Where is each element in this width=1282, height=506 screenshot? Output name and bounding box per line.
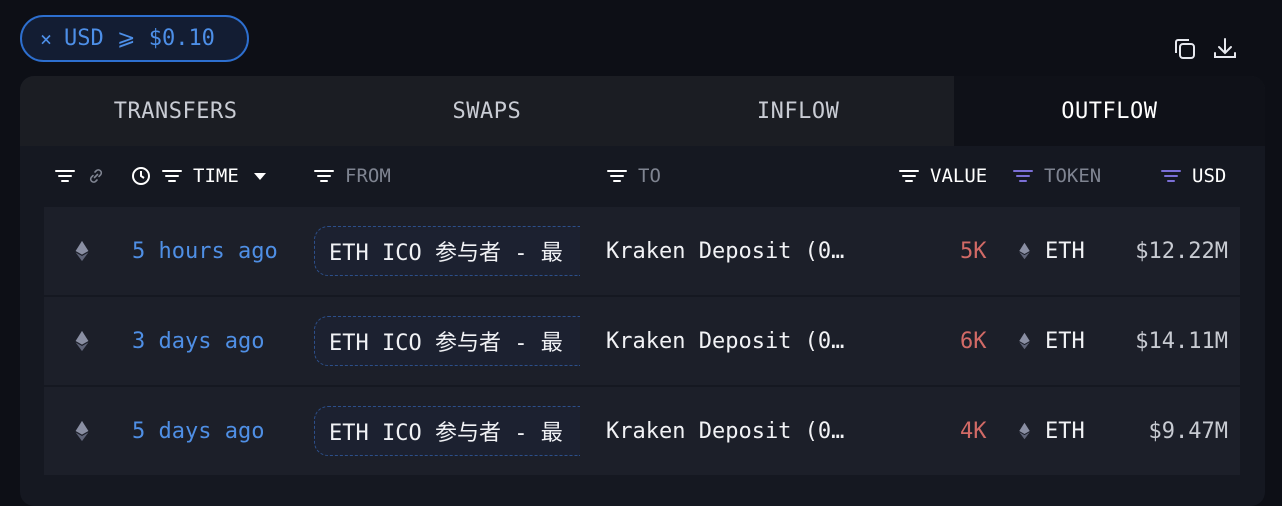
- to-address[interactable]: Kraken Deposit (0…: [606, 207, 844, 295]
- toolbar: [1172, 36, 1238, 62]
- from-address-pill[interactable]: ETH ICO 参与者 - 最: [314, 316, 580, 366]
- table-body: 5 hours ago ETH ICO 参与者 - 最 Kraken Depos…: [44, 207, 1240, 477]
- token-symbol[interactable]: ETH: [1045, 387, 1085, 475]
- usd-column-label: USD: [1192, 165, 1227, 187]
- token-column-label: TOKEN: [1044, 165, 1102, 187]
- time-link[interactable]: 5 hours ago: [132, 207, 278, 295]
- ethereum-icon: [75, 240, 89, 262]
- tab-swaps[interactable]: SWAPS: [331, 76, 642, 146]
- time-link[interactable]: 3 days ago: [132, 297, 264, 385]
- ethereum-icon: [1019, 332, 1030, 350]
- filter-icon: [55, 170, 75, 182]
- value-amount: 5K: [960, 238, 987, 264]
- from-address-pill[interactable]: ETH ICO 参与者 - 最: [314, 406, 580, 456]
- to-address[interactable]: Kraken Deposit (0…: [606, 297, 844, 385]
- to-column-header[interactable]: TO: [606, 146, 661, 206]
- filter-icon: [607, 170, 627, 182]
- table-row[interactable]: 5 days ago ETH ICO 参与者 - 最 Kraken Deposi…: [44, 387, 1240, 475]
- usd-amount: $14.11M: [1135, 328, 1228, 354]
- download-icon[interactable]: [1212, 36, 1238, 62]
- ethereum-icon: [1019, 422, 1030, 440]
- time-column-header[interactable]: TIME: [131, 146, 267, 206]
- sort-desc-icon: [253, 173, 266, 180]
- tab-inflow[interactable]: INFLOW: [643, 76, 954, 146]
- filter-icon: [162, 170, 182, 182]
- to-address[interactable]: Kraken Deposit (0…: [606, 387, 844, 475]
- ethereum-icon: [75, 420, 89, 442]
- from-address-pill[interactable]: ETH ICO 参与者 - 最: [314, 226, 580, 276]
- from-column-header[interactable]: FROM: [313, 146, 391, 206]
- tab-outflow[interactable]: OUTFLOW: [953, 76, 1265, 146]
- value-column-header[interactable]: VALUE: [898, 146, 987, 206]
- filter-link-header[interactable]: [54, 146, 106, 206]
- token-symbol[interactable]: ETH: [1045, 297, 1085, 385]
- to-column-label: TO: [638, 165, 661, 187]
- copy-icon[interactable]: [1172, 36, 1198, 62]
- value-column-label: VALUE: [930, 165, 988, 187]
- time-link[interactable]: 5 days ago: [132, 387, 264, 475]
- usd-amount: $9.47M: [1148, 418, 1228, 444]
- close-icon[interactable]: ×: [40, 27, 52, 51]
- tab-transfers[interactable]: TRANSFERS: [20, 76, 331, 146]
- clock-icon: [132, 167, 150, 185]
- table-row[interactable]: 5 hours ago ETH ICO 参与者 - 最 Kraken Depos…: [44, 207, 1240, 295]
- ethereum-icon: [1019, 242, 1030, 260]
- filter-icon: [899, 170, 919, 182]
- ethereum-icon: [75, 330, 89, 352]
- from-column-label: FROM: [345, 165, 391, 187]
- usd-column-header[interactable]: USD: [1160, 146, 1226, 206]
- link-icon: [89, 169, 103, 183]
- token-column-header[interactable]: TOKEN: [1012, 146, 1101, 206]
- table-row[interactable]: 3 days ago ETH ICO 参与者 - 最 Kraken Deposi…: [44, 297, 1240, 385]
- token-symbol[interactable]: ETH: [1045, 207, 1085, 295]
- usd-filter-chip[interactable]: × USD ⩾ $0.10: [20, 15, 249, 62]
- usd-amount: $12.22M: [1135, 238, 1228, 264]
- table-header: TIME FROM TO VALUE TOKEN USD: [20, 146, 1265, 206]
- value-amount: 4K: [960, 418, 987, 444]
- tab-bar: TRANSFERS SWAPS INFLOW OUTFLOW: [20, 76, 1265, 146]
- filter-label: USD ⩾ $0.10: [64, 26, 215, 51]
- time-column-label: TIME: [193, 165, 239, 187]
- filter-active-icon: [1161, 170, 1181, 182]
- filter-active-icon: [1013, 170, 1033, 182]
- filter-icon: [314, 170, 334, 182]
- value-amount: 6K: [960, 328, 987, 354]
